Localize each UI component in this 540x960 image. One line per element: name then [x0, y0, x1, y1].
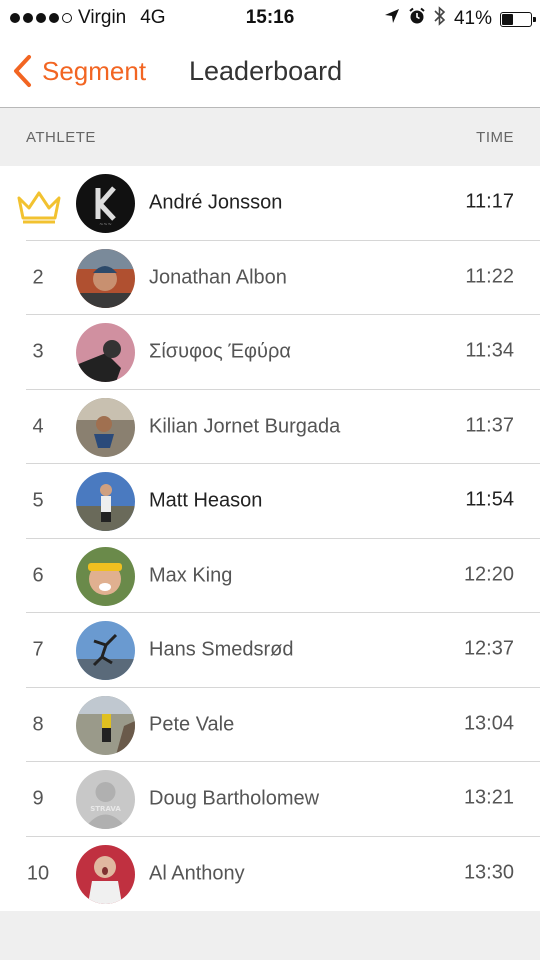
athlete-time: 12:20	[463, 563, 514, 586]
location-arrow-icon	[384, 8, 400, 30]
time-column-label: TIME	[476, 129, 514, 146]
rank-number: 7	[32, 638, 44, 661]
rank-number: 2	[32, 266, 44, 289]
athlete-name[interactable]: Hans Smedsrød	[149, 639, 294, 662]
avatar[interactable]	[76, 472, 135, 531]
avatar[interactable]	[76, 621, 135, 680]
athlete-column-label: ATHLETE	[26, 129, 96, 146]
leaderboard-row[interactable]: 4 Kilian Jornet Burgada 11:37	[0, 390, 540, 464]
footer-strip	[0, 911, 540, 960]
avatar[interactable]	[76, 844, 135, 904]
battery-icon	[500, 11, 536, 27]
back-button[interactable]: Segment	[12, 54, 146, 88]
avatar[interactable]: ~~~	[76, 174, 135, 233]
avatar[interactable]	[76, 546, 135, 606]
battery-percent: 41%	[453, 8, 492, 29]
status-right: 41%	[384, 6, 536, 32]
rank-number: 10	[26, 862, 50, 885]
leaderboard-list: ~~~ André Jonsson 11:17 2 Jonathan Albon…	[0, 166, 540, 911]
svg-text:STRAVA: STRAVA	[90, 805, 121, 813]
athlete-time: 13:21	[463, 786, 514, 809]
leaderboard-row[interactable]: 9 STRAVA Doug Bartholomew 13:21	[0, 762, 540, 837]
leaderboard-row[interactable]: ~~~ André Jonsson 11:17	[0, 166, 540, 241]
bluetooth-icon	[434, 6, 446, 32]
avatar[interactable]	[76, 323, 135, 382]
leaderboard-row[interactable]: 7 Hans Smedsrød 12:37	[0, 613, 540, 688]
avatar[interactable]: STRAVA	[76, 770, 135, 829]
rank-number: 4	[32, 415, 44, 438]
athlete-name[interactable]: Σίσυφος Έφύρα	[149, 341, 291, 364]
column-header: ATHLETE TIME	[0, 108, 540, 166]
leaderboard-row[interactable]: 10 Al Anthony 13:30	[0, 837, 540, 912]
athlete-time: 13:30	[463, 861, 514, 884]
athlete-name[interactable]: Kilian Jornet Burgada	[149, 415, 340, 438]
athlete-time: 11:37	[465, 414, 514, 437]
leaderboard-row[interactable]: 5 Matt Heason 11:54	[0, 464, 540, 539]
navigation-bar: Segment Leaderboard	[0, 36, 540, 108]
leaderboard-row[interactable]: 6 Max King 12:20	[0, 539, 540, 613]
avatar[interactable]	[76, 248, 135, 308]
leaderboard-row[interactable]: 3 Σίσυφος Έφύρα 11:34	[0, 315, 540, 390]
athlete-name[interactable]: Doug Bartholomew	[149, 788, 319, 811]
battery-level	[502, 13, 513, 25]
avatar[interactable]	[76, 695, 135, 755]
rank-number: 3	[32, 340, 44, 363]
chevron-left-icon	[12, 54, 32, 88]
athlete-time: 11:17	[465, 190, 514, 213]
athlete-time: 11:34	[465, 339, 514, 362]
athlete-name[interactable]: Matt Heason	[149, 490, 262, 513]
athlete-time: 12:37	[463, 637, 514, 660]
rank-number: 5	[32, 489, 44, 512]
leaderboard-row[interactable]: 8 Pete Vale 13:04	[0, 688, 540, 762]
leaderboard-row[interactable]: 2 Jonathan Albon 11:22	[0, 241, 540, 315]
page-title: Leaderboard	[189, 56, 343, 86]
rank-number: 9	[32, 787, 44, 810]
alarm-icon	[408, 7, 426, 31]
rank-number: 6	[32, 564, 44, 587]
rank-number: 8	[32, 713, 44, 736]
athlete-name[interactable]: Max King	[149, 564, 232, 587]
athlete-time: 13:04	[463, 712, 514, 735]
athlete-time: 11:54	[465, 488, 514, 511]
athlete-name[interactable]: André Jonsson	[149, 192, 282, 215]
back-button-label: Segment	[42, 55, 147, 86]
athlete-name[interactable]: Pete Vale	[149, 713, 234, 736]
avatar[interactable]	[76, 397, 135, 457]
athlete-time: 11:22	[465, 265, 514, 288]
svg-text:~~~: ~~~	[99, 222, 112, 228]
crown-icon	[15, 188, 63, 229]
status-bar: Virgin 4G 15:16 41%	[0, 0, 540, 36]
athlete-name[interactable]: Jonathan Albon	[149, 266, 287, 289]
athlete-name[interactable]: Al Anthony	[149, 862, 245, 885]
